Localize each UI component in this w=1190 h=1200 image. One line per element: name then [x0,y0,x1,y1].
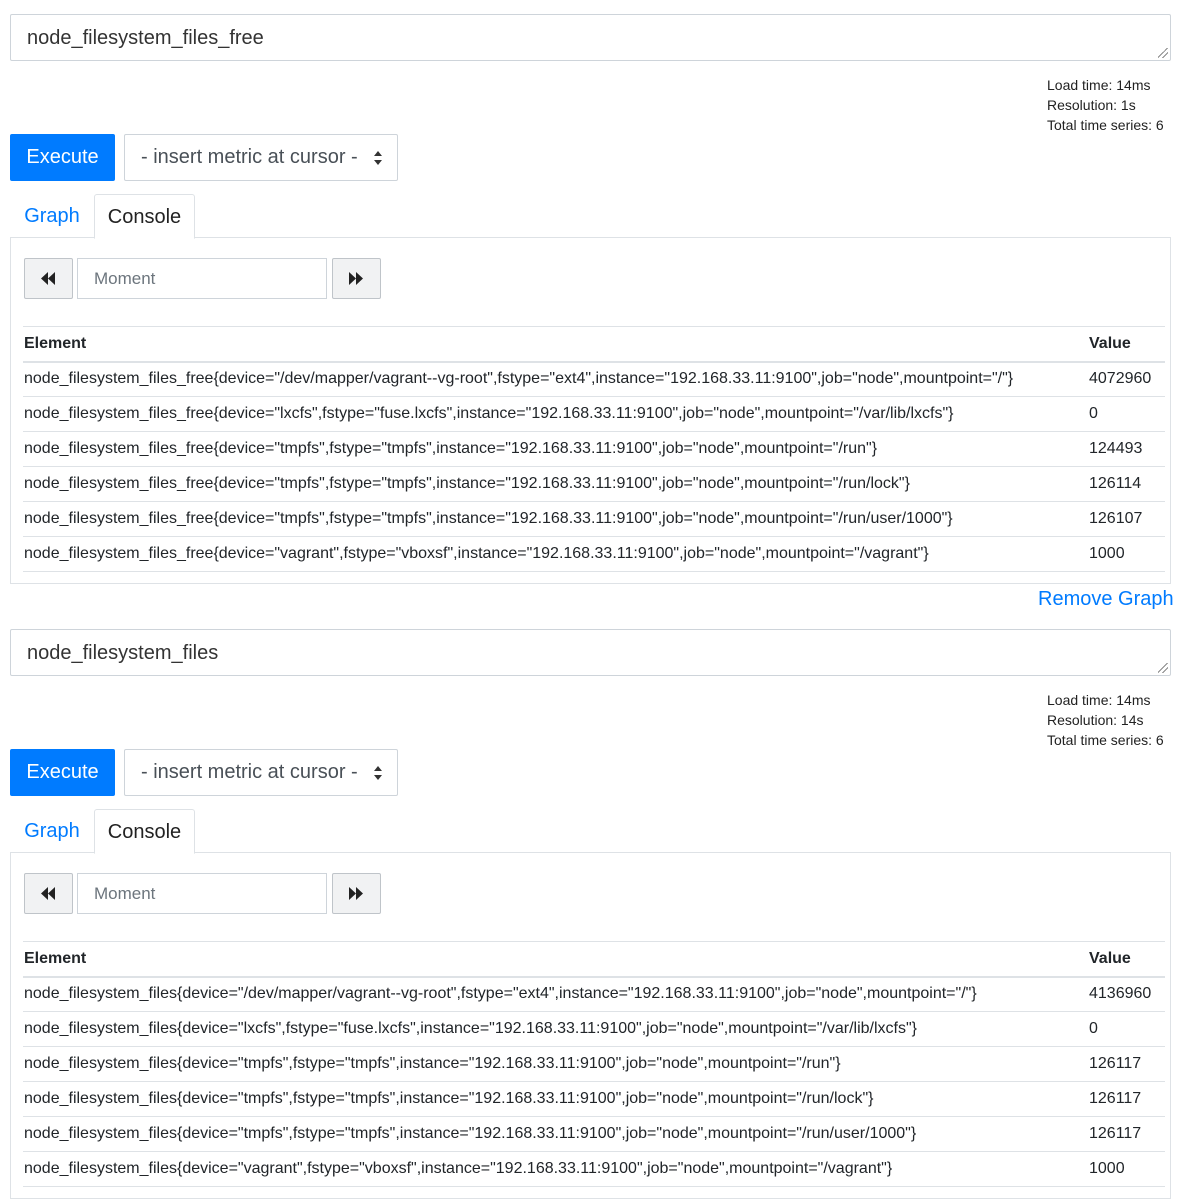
value-cell: 4072960 [1085,361,1165,397]
tab-console[interactable]: Console [94,809,195,854]
previous-moment-button[interactable] [24,258,73,299]
expression-input[interactable]: node_filesystem_files_free [10,14,1171,61]
insert-metric-label: - insert metric at cursor - [141,761,358,783]
value-cell: 0 [1085,396,1165,432]
column-element: Element [23,326,1085,363]
console-view: Moment Element Value node_filesystem_fil… [10,237,1171,584]
resolution: Resolution: 1s [1047,97,1136,113]
load-time: Load time: 14ms [1047,692,1151,708]
table-row: node_filesystem_files_free{device="lxcfs… [23,396,1165,432]
table-row: node_filesystem_files_free{device="vagra… [23,536,1165,572]
element-cell: node_filesystem_files{device="tmpfs",fst… [23,1081,1085,1117]
resize-grip-icon[interactable] [1158,663,1168,673]
resize-grip-icon[interactable] [1158,48,1168,58]
table-row: node_filesystem_files_free{device="/dev/… [23,361,1165,397]
next-moment-button[interactable] [332,873,381,914]
element-cell: node_filesystem_files{device="/dev/mappe… [23,976,1085,1012]
table-row: node_filesystem_files_free{device="tmpfs… [23,501,1165,537]
total-time-series: Total time series: 6 [1047,732,1164,748]
expression-input[interactable]: node_filesystem_files [10,629,1171,676]
query-stats: Load time: 14ms Resolution: 14s Total ti… [1047,690,1164,750]
table-row: node_filesystem_files{device="tmpfs",fst… [23,1046,1165,1082]
element-cell: node_filesystem_files{device="vagrant",f… [23,1151,1085,1187]
tab-graph[interactable]: Graph [10,809,94,854]
console-view: Moment Element Value node_filesystem_fil… [10,852,1171,1199]
element-cell: node_filesystem_files{device="lxcfs",fst… [23,1011,1085,1047]
table-header-row: Element Value [23,941,1165,978]
value-cell: 4136960 [1085,976,1165,1012]
element-cell: node_filesystem_files_free{device="/dev/… [23,361,1085,397]
fast-forward-icon [349,272,363,285]
column-value: Value [1085,941,1165,978]
value-cell: 124493 [1085,431,1165,467]
table-row: node_filesystem_files{device="tmpfs",fst… [23,1081,1165,1117]
column-element: Element [23,941,1085,978]
expression-text: node_filesystem_files_free [27,27,264,49]
rewind-icon [41,887,55,900]
value-cell: 126117 [1085,1081,1165,1117]
remove-graph-link[interactable]: Remove Graph [1038,588,1174,611]
table-row: node_filesystem_files{device="vagrant",f… [23,1151,1165,1187]
rewind-icon [41,272,55,285]
value-cell: 126107 [1085,501,1165,537]
table-row: node_filesystem_files_free{device="tmpfs… [23,466,1165,502]
table-row: node_filesystem_files{device="/dev/mappe… [23,976,1165,1012]
resolution: Resolution: 14s [1047,712,1144,728]
fast-forward-icon [349,887,363,900]
value-cell: 126117 [1085,1116,1165,1152]
value-cell: 0 [1085,1011,1165,1047]
total-time-series: Total time series: 6 [1047,117,1164,133]
element-cell: node_filesystem_files{device="tmpfs",fst… [23,1116,1085,1152]
value-cell: 126117 [1085,1046,1165,1082]
select-arrows-icon [374,151,382,165]
tab-console[interactable]: Console [94,194,195,239]
element-cell: node_filesystem_files_free{device="vagra… [23,536,1085,572]
element-cell: node_filesystem_files_free{device="tmpfs… [23,466,1085,502]
tab-graph[interactable]: Graph [10,194,94,239]
table-row: node_filesystem_files_free{device="tmpfs… [23,431,1165,467]
previous-moment-button[interactable] [24,873,73,914]
insert-metric-select[interactable]: - insert metric at cursor - [124,134,398,181]
table-row: node_filesystem_files{device="tmpfs",fst… [23,1116,1165,1152]
results-table: Element Value node_filesystem_files{devi… [23,941,1165,1187]
table-row: node_filesystem_files{device="lxcfs",fst… [23,1011,1165,1047]
column-value: Value [1085,326,1165,363]
next-moment-button[interactable] [332,258,381,299]
insert-metric-select[interactable]: - insert metric at cursor - [124,749,398,796]
value-cell: 1000 [1085,1151,1165,1187]
insert-metric-label: - insert metric at cursor - [141,146,358,168]
execute-button[interactable]: Execute [10,134,115,181]
element-cell: node_filesystem_files_free{device="tmpfs… [23,431,1085,467]
query-stats: Load time: 14ms Resolution: 1s Total tim… [1047,75,1164,135]
results-table: Element Value node_filesystem_files_free… [23,326,1165,572]
moment-input[interactable]: Moment [77,258,327,299]
table-header-row: Element Value [23,326,1165,363]
moment-input[interactable]: Moment [77,873,327,914]
select-arrows-icon [374,766,382,780]
element-cell: node_filesystem_files_free{device="lxcfs… [23,396,1085,432]
expression-text: node_filesystem_files [27,642,219,664]
element-cell: node_filesystem_files{device="tmpfs",fst… [23,1046,1085,1082]
element-cell: node_filesystem_files_free{device="tmpfs… [23,501,1085,537]
value-cell: 1000 [1085,536,1165,572]
load-time: Load time: 14ms [1047,77,1151,93]
value-cell: 126114 [1085,466,1165,502]
execute-button[interactable]: Execute [10,749,115,796]
